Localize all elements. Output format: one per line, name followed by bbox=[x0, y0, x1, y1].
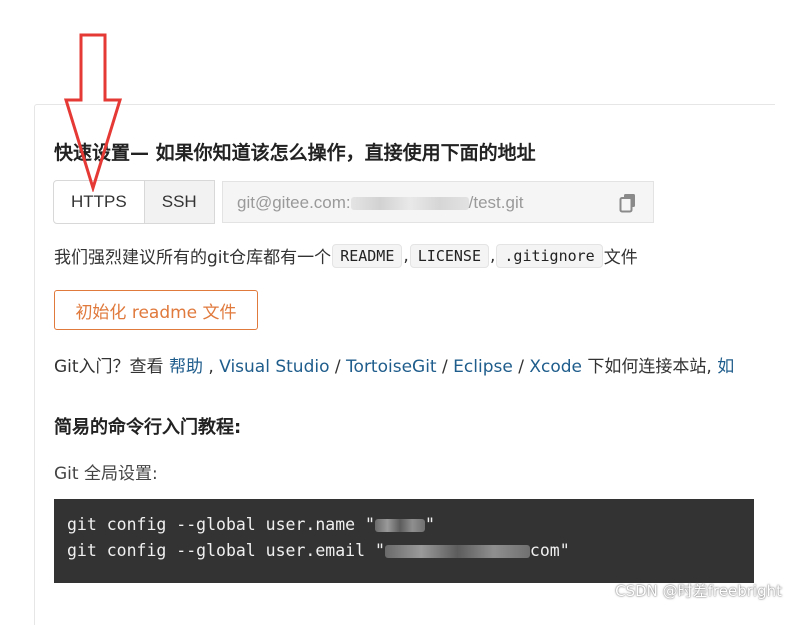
code-line-user-email: git config --global user.email " com" bbox=[67, 541, 570, 560]
redacted-region bbox=[374, 519, 425, 532]
clone-url-suffix: /test.git bbox=[468, 193, 524, 212]
tutorial-title: 简易的命令行入门教程: bbox=[54, 417, 242, 438]
git-global-label: Git 全局设置: bbox=[54, 464, 158, 484]
red-arrow-icon bbox=[63, 33, 123, 192]
clone-url-text: git@gitee.com: /test.git bbox=[237, 193, 523, 213]
license-chip: LICENSE bbox=[409, 243, 489, 268]
comma-separator: , bbox=[403, 245, 409, 266]
eclipse-link[interactable]: Eclipse bbox=[453, 357, 513, 377]
intro-separator: / bbox=[512, 357, 530, 377]
more-link[interactable]: 如 bbox=[717, 357, 734, 377]
help-link[interactable]: 帮助 bbox=[169, 357, 203, 377]
code-line-user-name: git config --global user.name " " bbox=[67, 515, 435, 534]
recommend-prefix: 我们强烈建议所有的git仓库都有一个 bbox=[54, 248, 332, 268]
xcode-link[interactable]: Xcode bbox=[529, 357, 582, 377]
recommend-suffix: 文件 bbox=[603, 248, 638, 268]
csdn-watermark: CSDN @时差freebright bbox=[615, 582, 782, 600]
copy-icon[interactable] bbox=[619, 193, 637, 213]
git-intro-line: Git入门？查看 帮助 , Visual Studio / TortoiseGi… bbox=[54, 352, 734, 377]
redacted-region bbox=[350, 197, 469, 211]
recommend-text: 我们强烈建议所有的git仓库都有一个 README , LICENSE , .g… bbox=[54, 243, 638, 268]
clone-url-prefix: git@gitee.com: bbox=[237, 193, 351, 212]
clone-url-field[interactable]: git@gitee.com: /test.git bbox=[222, 181, 654, 223]
ssh-button[interactable]: SSH bbox=[144, 180, 215, 224]
intro-separator: , bbox=[202, 357, 220, 377]
intro-separator: / bbox=[329, 357, 347, 377]
init-readme-button[interactable]: 初始化 readme 文件 bbox=[54, 290, 258, 330]
code-text: com" bbox=[529, 541, 570, 560]
intro-suffix: 下如何连接本站, bbox=[582, 357, 718, 377]
gitignore-chip: .gitignore bbox=[496, 243, 603, 268]
intro-prefix: Git入门？查看 bbox=[54, 357, 169, 377]
redacted-region bbox=[384, 545, 530, 558]
visual-studio-link[interactable]: Visual Studio bbox=[219, 357, 329, 377]
code-text: git config --global user.name " bbox=[67, 515, 375, 534]
code-text: " bbox=[424, 515, 435, 534]
tortoisegit-link[interactable]: TortoiseGit bbox=[346, 357, 437, 377]
code-text: git config --global user.email " bbox=[67, 541, 385, 560]
comma-separator: , bbox=[490, 245, 496, 266]
intro-separator: / bbox=[436, 357, 454, 377]
quick-setup-title: 快速设置— 如果你知道该怎么操作，直接使用下面的地址 bbox=[54, 142, 536, 164]
readme-chip: README bbox=[332, 243, 403, 268]
code-block: git config --global user.name " " git con… bbox=[54, 499, 754, 583]
